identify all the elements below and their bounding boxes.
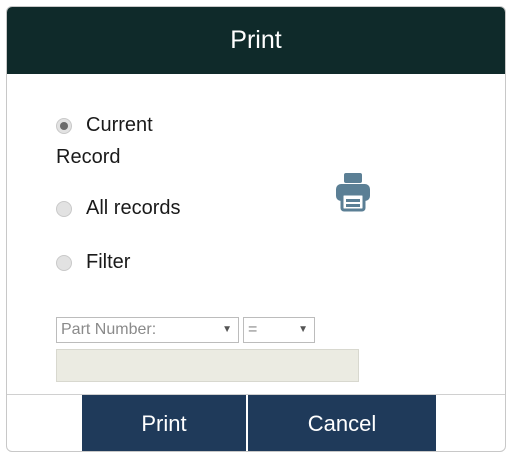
- dialog-title: Print: [230, 26, 282, 54]
- filter-field-select-value: Part Number:: [61, 321, 157, 338]
- print-button-label: Print: [141, 411, 187, 436]
- filter-field-select[interactable]: Part Number: ▼: [56, 317, 239, 343]
- radio-current-record[interactable]: [56, 117, 72, 134]
- filter-value-input[interactable]: [56, 349, 359, 382]
- option-filter-label: Filter: [86, 251, 131, 273]
- dropdown-arrow-icon: ▼: [222, 324, 232, 335]
- filter-operator-select[interactable]: = ▼: [243, 317, 315, 343]
- option-current-record-label-continued: Record: [56, 146, 121, 168]
- filter-operator-select-value: =: [248, 321, 258, 338]
- dropdown-arrow-icon: ▼: [298, 324, 308, 335]
- option-current-record[interactable]: Current: [56, 114, 153, 137]
- option-current-record-label: Current: [86, 114, 153, 136]
- radio-filter[interactable]: [56, 254, 72, 271]
- option-filter[interactable]: Filter: [56, 251, 130, 274]
- cancel-button-label: Cancel: [307, 411, 377, 436]
- printer-icon: [336, 173, 370, 212]
- print-button[interactable]: Print: [82, 395, 246, 451]
- radio-all-records[interactable]: [56, 200, 72, 217]
- option-all-records-label: All records: [86, 197, 181, 219]
- option-all-records[interactable]: All records: [56, 197, 180, 220]
- cancel-button[interactable]: Cancel: [248, 395, 436, 451]
- dialog-titlebar: Print: [7, 7, 505, 74]
- print-dialog: Print Current Record All records Filter …: [6, 6, 506, 452]
